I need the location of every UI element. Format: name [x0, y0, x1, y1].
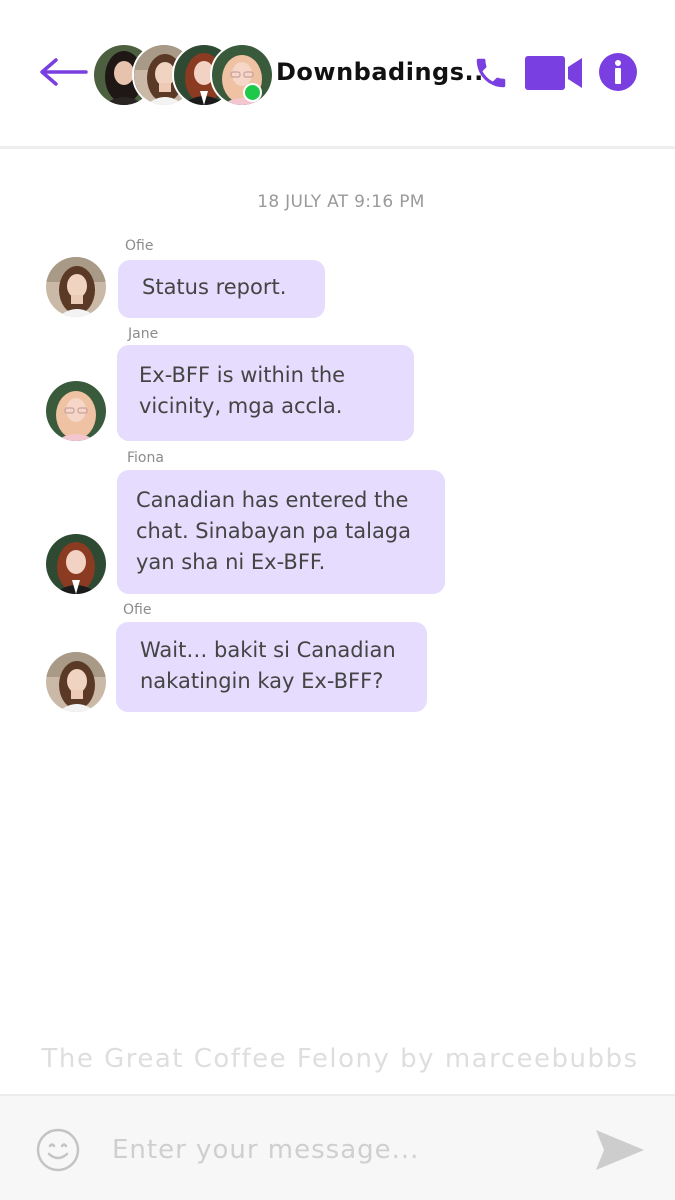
phone-icon[interactable]: [472, 54, 510, 92]
chat-screen: Downbadings.. 18 JULY AT 9:16 PM Ofie St…: [0, 0, 675, 1200]
message-sender: Ofie: [125, 238, 154, 254]
watermark-text: The Great Coffee Felony by marceebubbs: [41, 1044, 639, 1074]
message-sender: Ofie: [123, 602, 152, 618]
video-camera-icon[interactable]: [524, 53, 584, 93]
message-timestamp: 18 JULY AT 9:16 PM: [257, 192, 425, 212]
info-icon[interactable]: [598, 52, 638, 92]
message-sender: Fiona: [127, 450, 164, 466]
group-title[interactable]: Downbadings..: [276, 58, 484, 86]
send-arrow-icon[interactable]: [594, 1128, 646, 1172]
avatar[interactable]: [46, 534, 106, 594]
message-composer: [0, 1094, 675, 1200]
online-status-dot: [243, 83, 262, 102]
chat-header: Downbadings..: [0, 0, 675, 149]
avatar: [210, 43, 274, 107]
avatar[interactable]: [46, 257, 106, 317]
avatar[interactable]: [46, 652, 106, 712]
message-bubble[interactable]: Status report.: [118, 260, 325, 318]
message-bubble[interactable]: Ex-BFF is within the vicinity, mga accla…: [117, 345, 414, 441]
smiley-icon[interactable]: [36, 1128, 80, 1172]
message-input[interactable]: [112, 1126, 562, 1174]
group-avatar-stack[interactable]: [92, 43, 274, 107]
message-sender: Jane: [128, 326, 159, 342]
arrow-left-icon[interactable]: [36, 52, 90, 92]
message-bubble[interactable]: Canadian has entered the chat. Sinabayan…: [117, 470, 445, 594]
message-bubble[interactable]: Wait… bakit si Canadian nakatingin kay E…: [116, 622, 427, 712]
avatar[interactable]: [46, 381, 106, 441]
